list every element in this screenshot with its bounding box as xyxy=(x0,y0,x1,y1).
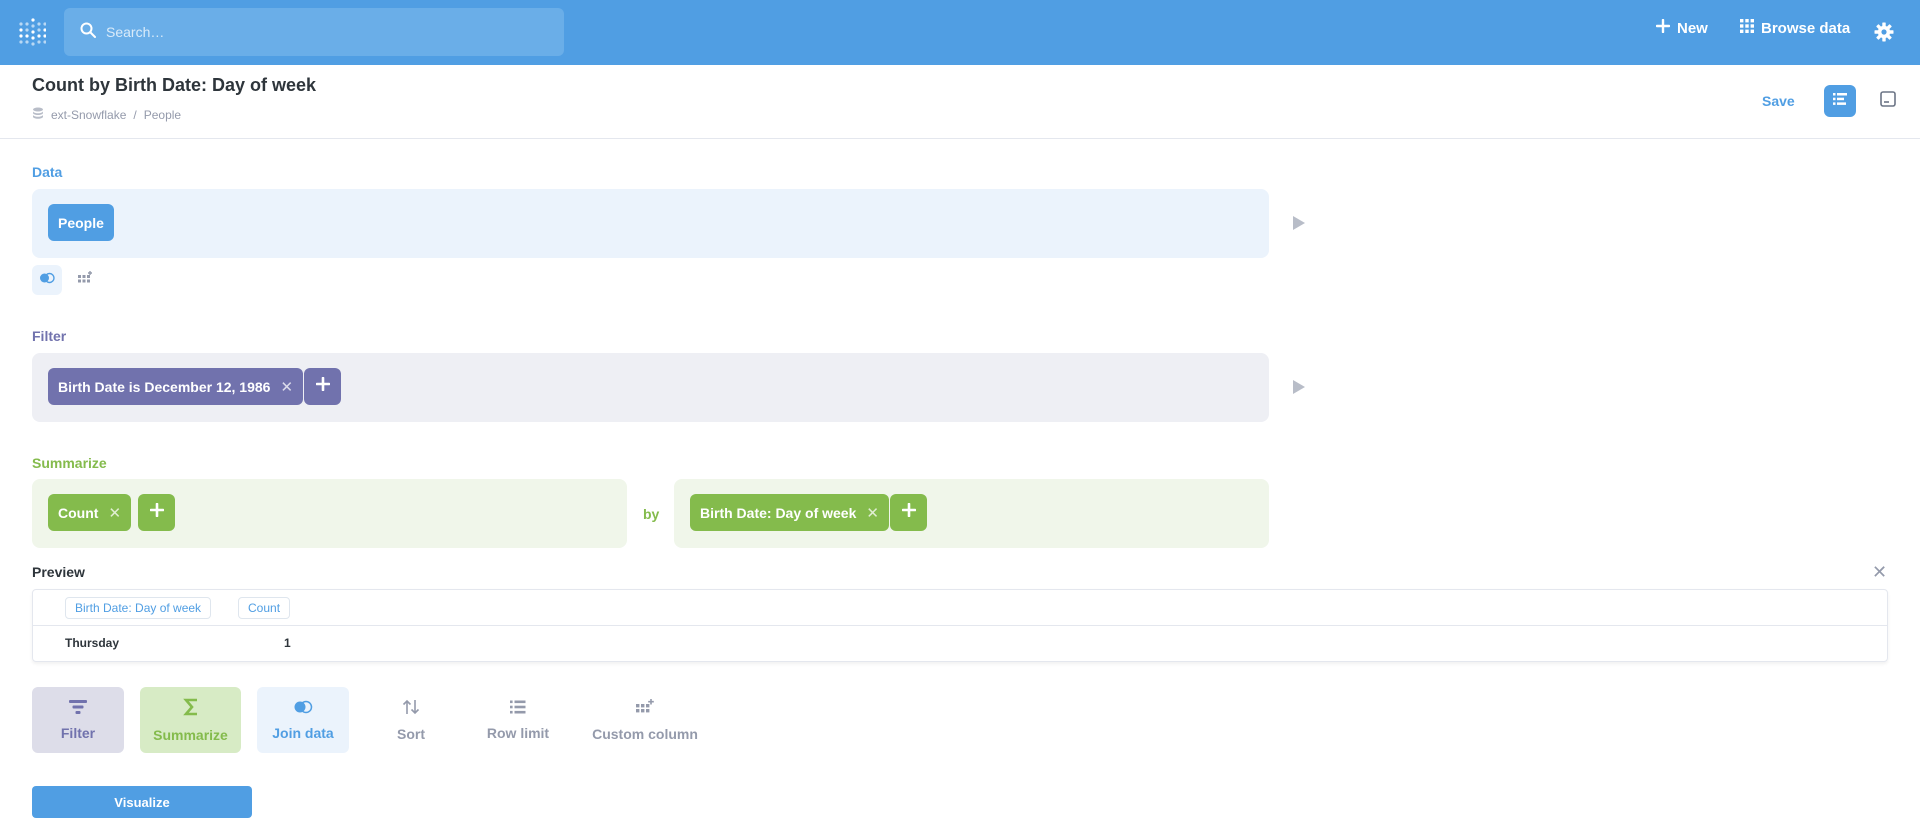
metric-pill[interactable]: Count ✕ xyxy=(48,494,132,531)
column-header[interactable]: Birth Date: Day of week xyxy=(65,597,212,619)
filter-step-label: Filter xyxy=(32,328,67,344)
metric-pill-label: Count xyxy=(58,504,99,521)
filter-icon xyxy=(69,699,87,717)
summarize-step-label: Summarize xyxy=(32,455,107,471)
metrics-box: Count ✕ xyxy=(32,479,627,548)
add-filter-button[interactable] xyxy=(304,368,341,405)
row-limit-action-label: Row limit xyxy=(486,724,550,741)
search-icon xyxy=(80,22,96,43)
plus-icon xyxy=(149,502,164,522)
top-nav: New Browse data xyxy=(0,0,1920,65)
custom-column-mini-button[interactable] xyxy=(70,265,100,295)
data-step-actions xyxy=(32,265,108,295)
preview-label: Preview xyxy=(32,564,85,580)
custom-column-action-button[interactable]: Custom column xyxy=(590,687,700,753)
sigma-icon xyxy=(182,698,199,719)
by-label: by xyxy=(643,506,660,522)
notebook-icon xyxy=(1833,92,1847,111)
new-button-label: New xyxy=(1677,19,1708,37)
filter-pill-label: Birth Date is December 12, 1986 xyxy=(58,378,271,395)
close-preview-close-icon[interactable]: ✕ xyxy=(1872,562,1887,583)
search-input[interactable] xyxy=(106,24,526,40)
list-icon xyxy=(510,700,526,717)
preview-table: Birth Date: Day of week Count Thursday 1 xyxy=(32,589,1888,662)
remove-metric-close-icon[interactable]: ✕ xyxy=(108,504,121,522)
plus-icon xyxy=(901,502,916,522)
filter-action-label: Filter xyxy=(60,724,96,741)
add-column-icon xyxy=(77,270,93,290)
custom-column-action-label: Custom column xyxy=(592,725,698,742)
data-step-box: People xyxy=(32,189,1269,258)
join-data-action-label: Join data xyxy=(272,724,334,741)
preview-filter-play-icon[interactable] xyxy=(1292,379,1306,400)
preview-table-header: Birth Date: Day of week Count xyxy=(33,590,1887,626)
grid-icon xyxy=(1740,19,1761,37)
summarize-action-button[interactable]: Summarize xyxy=(140,687,241,753)
sort-action-button[interactable]: Sort xyxy=(365,687,457,753)
add-breakout-button[interactable] xyxy=(890,494,927,531)
breadcrumb-table[interactable]: People xyxy=(144,108,181,122)
join-icon xyxy=(293,700,313,717)
column-header[interactable]: Count xyxy=(238,597,291,619)
breadcrumb: ext-Snowflake / People xyxy=(32,107,181,123)
data-step-label: Data xyxy=(32,164,63,180)
data-source-pill[interactable]: People xyxy=(48,204,114,241)
sort-icon xyxy=(402,699,420,718)
join-data-mini-button[interactable] xyxy=(32,265,62,295)
sql-console-button[interactable] xyxy=(1872,85,1904,117)
metabase-logo-icon[interactable] xyxy=(18,18,47,48)
breadcrumb-database[interactable]: ext-Snowflake xyxy=(51,108,126,122)
breakouts-box: Birth Date: Day of week ✕ xyxy=(674,479,1269,548)
breakout-pill[interactable]: Birth Date: Day of week ✕ xyxy=(690,494,889,531)
console-icon xyxy=(1880,90,1896,112)
browse-data-label: Browse data xyxy=(1761,19,1851,37)
question-header: Count by Birth Date: Day of week ext-Sno… xyxy=(0,65,1920,139)
add-column-icon xyxy=(635,698,655,718)
plus-icon xyxy=(1655,18,1677,37)
filter-step-box: Birth Date is December 12, 1986 ✕ xyxy=(32,353,1269,422)
save-button[interactable]: Save xyxy=(1762,93,1795,109)
sort-action-label: Sort xyxy=(397,725,425,742)
join-icon xyxy=(39,271,55,289)
search-bar[interactable] xyxy=(64,8,564,56)
plus-icon xyxy=(315,376,330,396)
add-metric-button[interactable] xyxy=(138,494,175,531)
table-cell: 1 xyxy=(284,636,291,650)
remove-filter-close-icon[interactable]: ✕ xyxy=(280,378,293,396)
filter-action-button[interactable]: Filter xyxy=(32,687,124,753)
summarize-action-label: Summarize xyxy=(153,726,228,743)
settings-gear-icon[interactable] xyxy=(1874,22,1901,42)
row-limit-action-button[interactable]: Row limit xyxy=(472,687,564,753)
data-source-label: People xyxy=(58,214,104,231)
database-icon xyxy=(32,107,51,123)
preview-data-play-icon[interactable] xyxy=(1292,215,1306,236)
notebook-toggle-button[interactable] xyxy=(1824,85,1856,117)
breadcrumb-separator: / xyxy=(133,108,137,122)
browse-data-button[interactable]: Browse data xyxy=(1740,19,1850,37)
visualize-button[interactable]: Visualize xyxy=(32,786,252,818)
filter-pill[interactable]: Birth Date is December 12, 1986 ✕ xyxy=(48,368,304,405)
question-title[interactable]: Count by Birth Date: Day of week xyxy=(32,75,316,96)
new-button[interactable]: New xyxy=(1655,18,1708,37)
table-cell: Thursday xyxy=(65,636,120,650)
remove-breakout-close-icon[interactable]: ✕ xyxy=(866,504,879,522)
breakout-pill-label: Birth Date: Day of week xyxy=(700,504,857,521)
join-data-action-button[interactable]: Join data xyxy=(257,687,349,753)
